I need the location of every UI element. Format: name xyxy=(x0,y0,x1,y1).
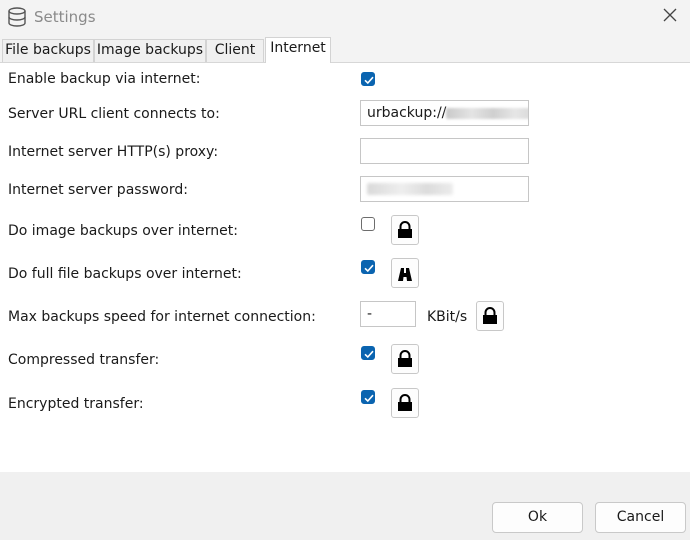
full-file-backups-lock-button[interactable] xyxy=(391,258,419,288)
image-backups-lock-button[interactable] xyxy=(391,215,419,245)
full-file-backups-label: Do full file backups over internet: xyxy=(8,266,242,282)
server-url-value: urbackup:// xyxy=(367,105,447,121)
close-icon xyxy=(663,8,677,26)
password-field[interactable] xyxy=(360,176,529,202)
max-speed-label: Max backups speed for internet connectio… xyxy=(8,309,316,325)
ok-button[interactable]: Ok xyxy=(492,502,583,533)
redacted-address xyxy=(446,107,528,119)
redacted-password xyxy=(367,183,453,195)
server-url-label: Server URL client connects to: xyxy=(8,106,220,122)
full-file-backups-checkbox[interactable] xyxy=(361,260,375,274)
dialog-footer xyxy=(0,472,690,540)
title-bar: Settings xyxy=(0,0,690,34)
encrypted-label: Encrypted transfer: xyxy=(8,396,144,412)
tab-image-backups[interactable]: Image backups xyxy=(94,39,206,62)
close-button[interactable] xyxy=(656,3,684,31)
cancel-button[interactable]: Cancel xyxy=(595,502,686,533)
max-speed-field[interactable]: - xyxy=(360,301,416,327)
proxy-label: Internet server HTTP(s) proxy: xyxy=(8,144,219,160)
tab-bar: File backups Image backups Client Intern… xyxy=(0,37,690,63)
encrypted-lock-button[interactable] xyxy=(391,388,419,418)
enable-backup-label: Enable backup via internet: xyxy=(8,71,201,87)
tab-client[interactable]: Client xyxy=(206,39,264,62)
password-label: Internet server password: xyxy=(8,182,188,198)
image-backups-checkbox[interactable] xyxy=(361,217,375,231)
max-speed-lock-button[interactable] xyxy=(476,301,504,331)
compressed-lock-button[interactable] xyxy=(391,344,419,374)
database-icon xyxy=(6,6,28,28)
compressed-checkbox[interactable] xyxy=(361,346,375,360)
proxy-field[interactable] xyxy=(360,138,529,164)
compressed-label: Compressed transfer: xyxy=(8,352,160,368)
max-speed-unit: KBit/s xyxy=(427,309,468,325)
enable-backup-checkbox[interactable] xyxy=(361,72,375,86)
encrypted-checkbox[interactable] xyxy=(361,390,375,404)
window-title: Settings xyxy=(34,8,96,26)
tab-internet[interactable]: Internet xyxy=(265,37,331,63)
server-url-field[interactable]: urbackup:// xyxy=(360,100,529,126)
image-backups-label: Do image backups over internet: xyxy=(8,223,238,239)
tab-file-backups[interactable]: File backups xyxy=(2,39,94,62)
